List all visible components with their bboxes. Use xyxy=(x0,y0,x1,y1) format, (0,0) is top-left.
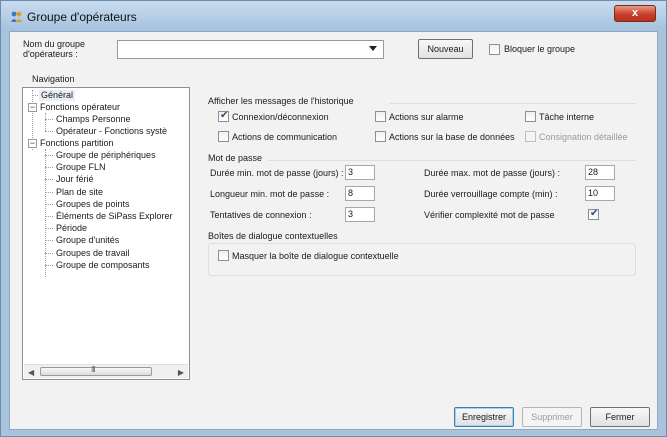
password-section-title: Mot de passe xyxy=(208,153,263,163)
section-divider xyxy=(268,160,636,161)
history-database-actions-checkbox[interactable] xyxy=(375,131,386,142)
history-login-logout-label: Connexion/déconnexion xyxy=(232,112,329,122)
login-attempts-field[interactable]: 3 xyxy=(345,207,375,222)
login-attempts-label: Tentatives de connexion : xyxy=(210,210,312,220)
tree-item-site-plan[interactable]: Plan de site xyxy=(56,187,103,198)
history-detailed-logging-checkbox[interactable] xyxy=(525,131,536,142)
tree-line xyxy=(45,167,53,168)
collapse-icon[interactable]: − xyxy=(28,139,37,148)
tree-item-operator-functions[interactable]: Fonctions opérateur xyxy=(40,102,120,113)
password-min-age-field[interactable]: 3 xyxy=(345,165,375,180)
tree-horizontal-scrollbar[interactable]: ◀ III ▶ xyxy=(24,364,188,378)
history-communication-actions-checkbox[interactable] xyxy=(218,131,229,142)
tree-item-work-groups[interactable]: Groupes de travail xyxy=(56,248,130,259)
tree-line xyxy=(45,265,53,266)
tree-item-fln-group[interactable]: Groupe FLN xyxy=(56,162,106,173)
group-name-label: Nom du groupe d'opérateurs : xyxy=(23,39,85,59)
history-internal-task-checkbox[interactable] xyxy=(525,111,536,122)
chevron-down-icon[interactable] xyxy=(369,46,377,51)
history-alarm-actions-checkbox[interactable] xyxy=(375,111,386,122)
password-min-length-field[interactable]: 8 xyxy=(345,186,375,201)
tree-line xyxy=(45,192,53,193)
account-lockout-field[interactable]: 10 xyxy=(585,186,615,201)
tree-line xyxy=(45,204,53,205)
operator-group-app-icon xyxy=(11,11,22,22)
tree-item-holiday[interactable]: Jour férié xyxy=(56,174,94,185)
tree-item-general[interactable]: Général xyxy=(39,90,76,101)
operator-group-window: Groupe d'opérateurs x Nom du groupe d'op… xyxy=(0,0,667,437)
scrollbar-grip: III xyxy=(91,365,96,374)
history-section-title: Afficher les messages de l'historique xyxy=(208,96,354,106)
section-divider xyxy=(390,103,636,104)
password-complexity-checkbox[interactable] xyxy=(588,208,599,220)
history-internal-task-label: Tâche interne xyxy=(539,112,595,122)
history-alarm-actions-label: Actions sur alarme xyxy=(389,112,464,122)
password-min-length-label: Longueur min. mot de passe : xyxy=(210,189,330,199)
account-lockout-label: Durée verrouillage compte (min) : xyxy=(424,189,558,199)
new-button[interactable]: Nouveau xyxy=(418,39,473,59)
lock-group-label: Bloquer le groupe xyxy=(504,44,576,54)
tree-item-component-group[interactable]: Groupe de composants xyxy=(56,260,150,271)
history-database-actions-label: Actions sur la base de données xyxy=(389,132,515,142)
tree-line xyxy=(45,179,53,180)
hide-popup-label: Masquer la boîte de dialogue contextuell… xyxy=(232,251,399,261)
title-bar[interactable]: Groupe d'opérateurs x xyxy=(1,1,666,31)
tree-item-device-group[interactable]: Groupe de périphériques xyxy=(56,150,156,161)
scroll-right-icon[interactable]: ▶ xyxy=(178,368,184,377)
history-login-logout-checkbox[interactable] xyxy=(218,110,229,122)
tree-line xyxy=(45,216,53,217)
password-max-age-field[interactable]: 28 xyxy=(585,165,615,180)
tree-line xyxy=(45,131,53,132)
scrollbar-thumb[interactable]: III xyxy=(40,365,152,376)
close-button[interactable]: Fermer xyxy=(590,407,650,427)
tree-line xyxy=(45,155,53,156)
group-name-combobox[interactable] xyxy=(117,40,384,59)
password-max-age-label: Durée max. mot de passe (jours) : xyxy=(424,168,561,178)
scroll-left-icon[interactable]: ◀ xyxy=(28,368,34,377)
lock-group-checkbox[interactable] xyxy=(489,44,500,55)
tree-line xyxy=(45,113,46,131)
dialog-body: Nom du groupe d'opérateurs : Nouveau Blo… xyxy=(9,31,658,430)
tree-line xyxy=(45,119,53,120)
hide-popup-checkbox[interactable] xyxy=(218,250,229,261)
password-min-age-label: Durée min. mot de passe (jours) : xyxy=(210,168,344,178)
history-detailed-logging-label: Consignation détaillée xyxy=(539,132,628,142)
collapse-icon[interactable]: − xyxy=(28,103,37,112)
password-complexity-label: Vérifier complexité mot de passe xyxy=(424,210,555,220)
tree-line xyxy=(45,240,53,241)
tree-item-point-groups[interactable]: Groupes de points xyxy=(56,199,130,210)
delete-button[interactable]: Supprimer xyxy=(522,407,582,427)
tree-item-unit-group[interactable]: Groupe d'unités xyxy=(56,235,119,246)
tree-line xyxy=(45,253,53,254)
navigation-label: Navigation xyxy=(32,74,75,84)
tree-item-operator-system-functions[interactable]: Opérateur - Fonctions systè xyxy=(56,126,167,137)
group-name-label-line1: Nom du groupe xyxy=(23,39,86,49)
window-close-button[interactable]: x xyxy=(614,5,656,22)
tree-item-person-fields[interactable]: Champs Personne xyxy=(56,114,131,125)
tree-item-sipass-explorer-elements[interactable]: Éléments de SiPass Explorer xyxy=(56,211,173,222)
navigation-tree[interactable]: Général − Fonctions opérateur Champs Per… xyxy=(22,87,190,380)
tree-item-period[interactable]: Période xyxy=(56,223,87,234)
tree-line xyxy=(32,95,38,96)
tree-item-partition-functions[interactable]: Fonctions partition xyxy=(40,138,114,149)
group-name-label-line2: d'opérateurs : xyxy=(23,49,78,59)
history-communication-actions-label: Actions de communication xyxy=(232,132,338,142)
save-button[interactable]: Enregistrer xyxy=(454,407,514,427)
window-title: Groupe d'opérateurs xyxy=(27,10,137,24)
tree-line xyxy=(45,228,53,229)
dialogs-section-title: Boîtes de dialogue contextuelles xyxy=(208,231,338,241)
tree-line xyxy=(45,149,46,277)
